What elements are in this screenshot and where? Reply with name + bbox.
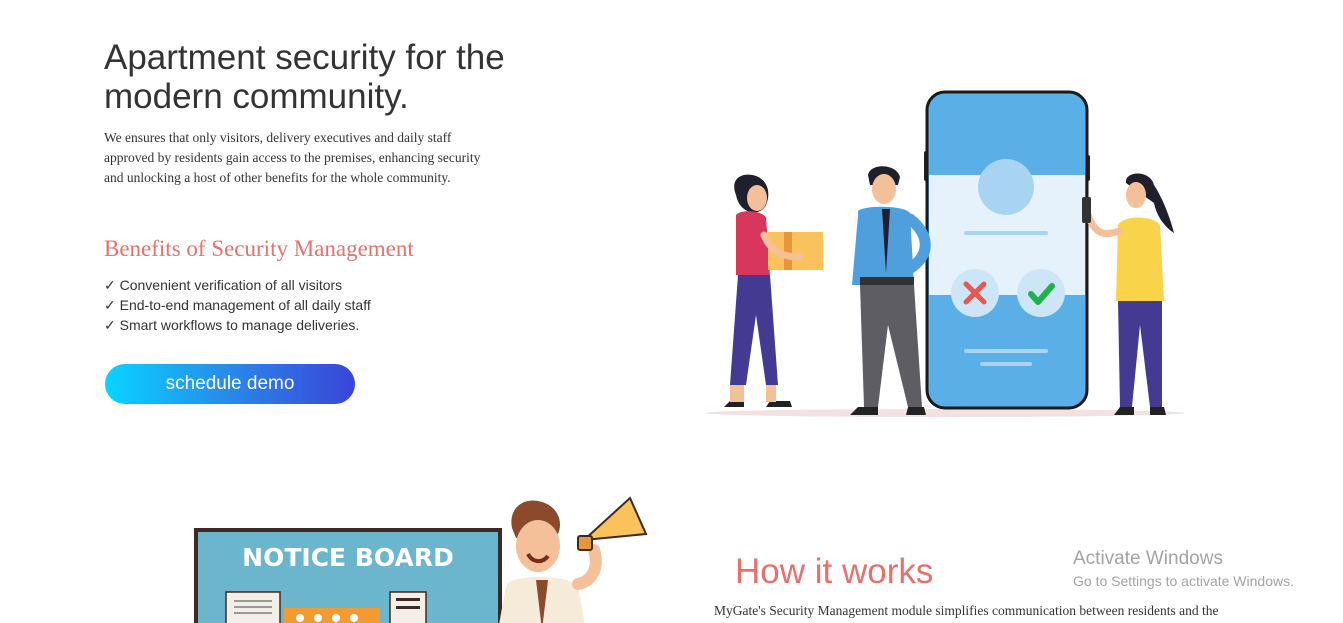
hero-description-line: We ensures that only visitors, delivery …: [104, 130, 452, 145]
benefits-list: ✓ Convenient verification of all visitor…: [104, 275, 371, 335]
megaphone-icon: [577, 496, 648, 551]
phone-illustration: [924, 90, 1090, 410]
hero-title-line-2: modern community.: [104, 77, 409, 116]
benefit-item: ✓ Smart workflows to manage deliveries.: [104, 317, 360, 333]
hero-title-line-1: Apartment security for the: [104, 38, 505, 77]
notice-board-sign: NOTICE BOARD: [242, 543, 454, 572]
resident-woman-illustration: [1082, 173, 1174, 415]
hero-description-line: approved by residents gain access to the…: [104, 150, 481, 165]
hero-description: We ensures that only visitors, delivery …: [104, 128, 504, 188]
approve-icon: [1017, 269, 1065, 317]
hero-description-line: and unlocking a host of other benefits f…: [104, 170, 451, 185]
watermark-subtitle: Go to Settings to activate Windows.: [1073, 573, 1294, 589]
notice-board-illustration: NOTICE BOARD: [194, 496, 648, 623]
security-guard-illustration: [850, 166, 931, 415]
security-illustration: [705, 90, 1185, 417]
benefit-item: ✓ End-to-end management of all daily sta…: [104, 297, 371, 313]
how-it-works-title: How it works: [735, 552, 934, 591]
delivery-woman-illustration: [724, 174, 823, 407]
watermark-title: Activate Windows: [1073, 548, 1223, 569]
windows-activation-watermark: Activate Windows Go to Settings to activ…: [1073, 548, 1294, 589]
hero-title: Apartment security for the modern commun…: [104, 38, 564, 116]
benefit-item: ✓ Convenient verification of all visitor…: [104, 277, 343, 293]
benefits-title: Benefits of Security Management: [104, 236, 414, 261]
how-it-works-description: MyGate's Security Management module simp…: [714, 603, 1219, 618]
schedule-demo-button[interactable]: schedule demo: [105, 364, 355, 404]
ground-shadow: [705, 409, 1185, 417]
